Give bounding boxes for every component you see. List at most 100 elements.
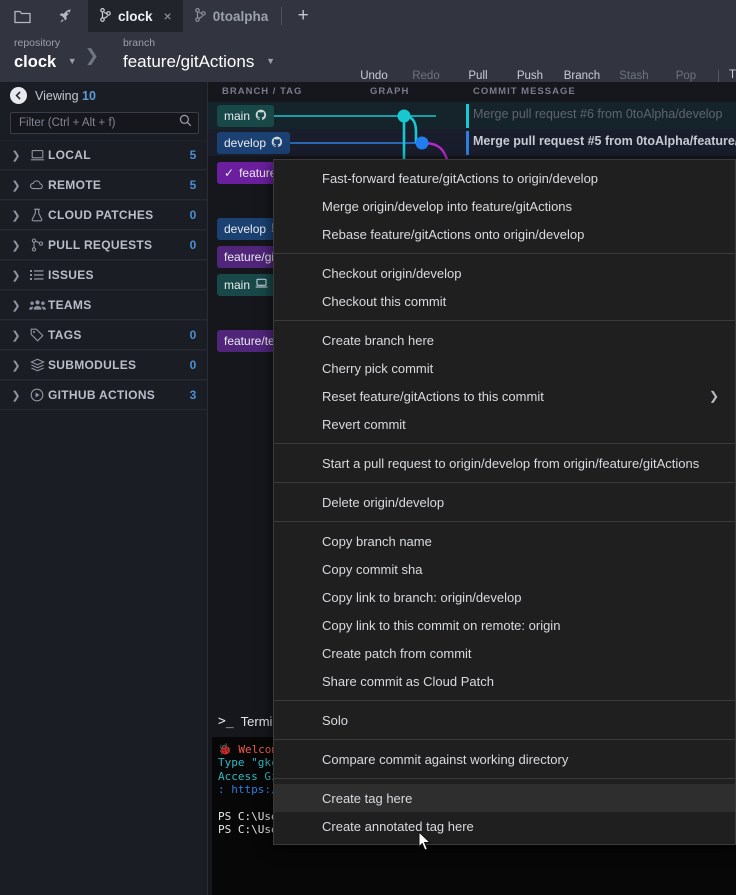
chevron-right-icon[interactable]: ❯ (6, 389, 26, 402)
rocket-icon[interactable] (44, 0, 88, 32)
laptop-icon (26, 149, 48, 162)
sidebar-item-count: 5 (179, 148, 207, 162)
menu-item-label: Copy commit sha (322, 562, 422, 577)
filter-input[interactable]: Filter (Ctrl + Alt + f) (10, 112, 199, 134)
commit-row[interactable]: Merge pull request #6 from 0toAlpha/deve… (208, 102, 736, 130)
toolbar-truncated-label[interactable]: T (725, 64, 736, 81)
branch-badge-label: develop (224, 222, 266, 236)
menu-item-revert-commit[interactable]: Revert commit (274, 410, 735, 438)
menu-item-checkout-this-commit[interactable]: Checkout this commit (274, 287, 735, 315)
repository-selector[interactable]: repository clock ▼ (0, 32, 77, 76)
chevron-right-icon[interactable]: ❯ (6, 299, 26, 312)
github-icon (271, 136, 283, 151)
tab-label: clock (118, 9, 153, 24)
sidebar-sections: ❯ LOCAL 5 ❯ REMOTE 5 ❯ CLOUD PATCHES 0 ❯… (0, 140, 207, 410)
menu-item-copy-branch-name[interactable]: Copy branch name (274, 527, 735, 555)
menu-item-copy-link-to-commit[interactable]: Copy link to this commit on remote: orig… (274, 611, 735, 639)
menu-separator (274, 253, 735, 254)
pull-request-icon (26, 238, 48, 252)
terminal-prompt-icon: >_ (218, 714, 234, 729)
menu-item-label: Checkout origin/develop (322, 266, 461, 281)
commit-color-bar (466, 104, 469, 128)
menu-item-create-annotated-tag-here[interactable]: Create annotated tag here (274, 812, 735, 840)
tab-clock[interactable]: clock × (88, 0, 183, 32)
menu-item-copy-link-to-branch[interactable]: Copy link to branch: origin/develop (274, 583, 735, 611)
menu-item-start-pull-request[interactable]: Start a pull request to origin/develop f… (274, 449, 735, 477)
sidebar-item-cloud-patches[interactable]: ❯ CLOUD PATCHES 0 (0, 200, 207, 230)
viewing-bar[interactable]: Viewing 10 (0, 82, 207, 109)
chevron-right-icon[interactable]: ❯ (6, 209, 26, 222)
new-tab-button[interactable]: + (284, 0, 322, 32)
chevron-right-icon[interactable]: ❯ (6, 269, 26, 282)
menu-item-reset-to-this-commit[interactable]: Reset feature/gitActions to this commit … (274, 382, 735, 410)
menu-item-label: Merge origin/develop into feature/gitAct… (322, 199, 572, 214)
menu-separator (274, 443, 735, 444)
chevron-right-icon[interactable]: ❯ (6, 329, 26, 342)
branch-badge-feature-gitactions-local[interactable]: feature/gitActions (217, 246, 275, 268)
sidebar-item-teams[interactable]: ❯ TEAMS (0, 290, 207, 320)
menu-item-compare-commit-against-working-directory[interactable]: Compare commit against working directory (274, 745, 735, 773)
menu-item-merge[interactable]: Merge origin/develop into feature/gitAct… (274, 192, 735, 220)
sidebar-item-issues[interactable]: ❯ ISSUES (0, 260, 207, 290)
branch-selector[interactable]: branch feature/gitActions ▼ (101, 32, 275, 76)
commit-context-menu: Fast-forward feature/gitActions to origi… (273, 159, 736, 845)
menu-separator (274, 700, 735, 701)
menu-item-cherry-pick-commit[interactable]: Cherry pick commit (274, 354, 735, 382)
menu-item-solo[interactable]: Solo (274, 706, 735, 734)
sidebar-item-submodules[interactable]: ❯ SUBMODULES 0 (0, 350, 207, 380)
stack-icon (26, 358, 48, 372)
menu-item-label: Fast-forward feature/gitActions to origi… (322, 171, 598, 186)
sidebar-item-pull-requests[interactable]: ❯ PULL REQUESTS 0 (0, 230, 207, 260)
menu-item-label: Copy link to branch: origin/develop (322, 590, 521, 605)
chevron-right-icon[interactable]: ❯ (6, 239, 26, 252)
sidebar-item-label: SUBMODULES (48, 358, 179, 372)
branch-badge-feature-gitactions-current[interactable]: ✓ feature/gitActions (217, 162, 275, 184)
viewing-label: Viewing 10 (35, 89, 96, 103)
back-arrow-icon[interactable] (10, 87, 27, 104)
chevron-down-icon[interactable]: ▼ (68, 49, 77, 73)
sidebar-item-count: 0 (179, 238, 207, 252)
menu-item-share-commit-as-cloud-patch[interactable]: Share commit as Cloud Patch (274, 667, 735, 695)
menu-item-create-branch-here[interactable]: Create branch here (274, 326, 735, 354)
menu-item-create-tag-here[interactable]: Create tag here (274, 784, 735, 812)
chevron-down-icon[interactable]: ▼ (266, 49, 275, 73)
chevron-right-icon[interactable]: ❯ (6, 149, 26, 162)
menu-item-delete-origin-develop[interactable]: Delete origin/develop (274, 488, 735, 516)
menu-item-checkout-origin-develop[interactable]: Checkout origin/develop (274, 259, 735, 287)
branch-badge-main-remote[interactable]: main (217, 105, 274, 127)
sidebar-item-tags[interactable]: ❯ TAGS 0 (0, 320, 207, 350)
filter-placeholder: Filter (Ctrl + Alt + f) (19, 117, 179, 129)
menu-item-label: Solo (322, 713, 348, 728)
gitkraken-window: clock × 0toalpha + repository clock ▼ ❯ … (0, 0, 736, 895)
search-icon[interactable] (179, 114, 192, 132)
sidebar-item-remote[interactable]: ❯ REMOTE 5 (0, 170, 207, 200)
menu-item-rebase[interactable]: Rebase feature/gitActions onto origin/de… (274, 220, 735, 248)
folder-icon[interactable] (0, 0, 44, 32)
sidebar-item-label: LOCAL (48, 148, 179, 162)
menu-item-label: Checkout this commit (322, 294, 446, 309)
branch-badge-develop-local[interactable]: develop (217, 218, 275, 240)
close-icon[interactable]: × (164, 8, 172, 24)
people-icon (26, 299, 48, 311)
menu-item-label: Reset feature/gitActions to this commit (322, 389, 544, 404)
branch-badge-label: feature/gitActions (224, 250, 275, 264)
branch-badge-develop-remote[interactable]: develop (217, 132, 290, 154)
menu-item-copy-commit-sha[interactable]: Copy commit sha (274, 555, 735, 583)
menu-item-label: Delete origin/develop (322, 495, 444, 510)
menu-separator (274, 521, 735, 522)
menu-item-create-patch-from-commit[interactable]: Create patch from commit (274, 639, 735, 667)
menu-separator (274, 739, 735, 740)
chevron-right-icon: ❯ (709, 389, 719, 403)
sidebar-item-github-actions[interactable]: ❯ GITHUB ACTIONS 3 (0, 380, 207, 410)
tab-0toalpha[interactable]: 0toalpha (183, 0, 280, 32)
commit-message: Merge pull request #5 from 0toAlpha/feat… (473, 134, 736, 148)
branch-badge-main-local[interactable]: main (217, 274, 275, 296)
repository-value: clock ▼ (14, 50, 77, 76)
branch-badge-feature-tests[interactable]: feature/tests (217, 330, 275, 352)
chevron-right-icon[interactable]: ❯ (6, 359, 26, 372)
menu-item-fast-forward[interactable]: Fast-forward feature/gitActions to origi… (274, 164, 735, 192)
repository-label: repository (14, 36, 77, 50)
sidebar-item-local[interactable]: ❯ LOCAL 5 (0, 140, 207, 170)
chevron-right-icon[interactable]: ❯ (6, 179, 26, 192)
commit-row[interactable]: Merge pull request #5 from 0toAlpha/feat… (208, 129, 736, 157)
